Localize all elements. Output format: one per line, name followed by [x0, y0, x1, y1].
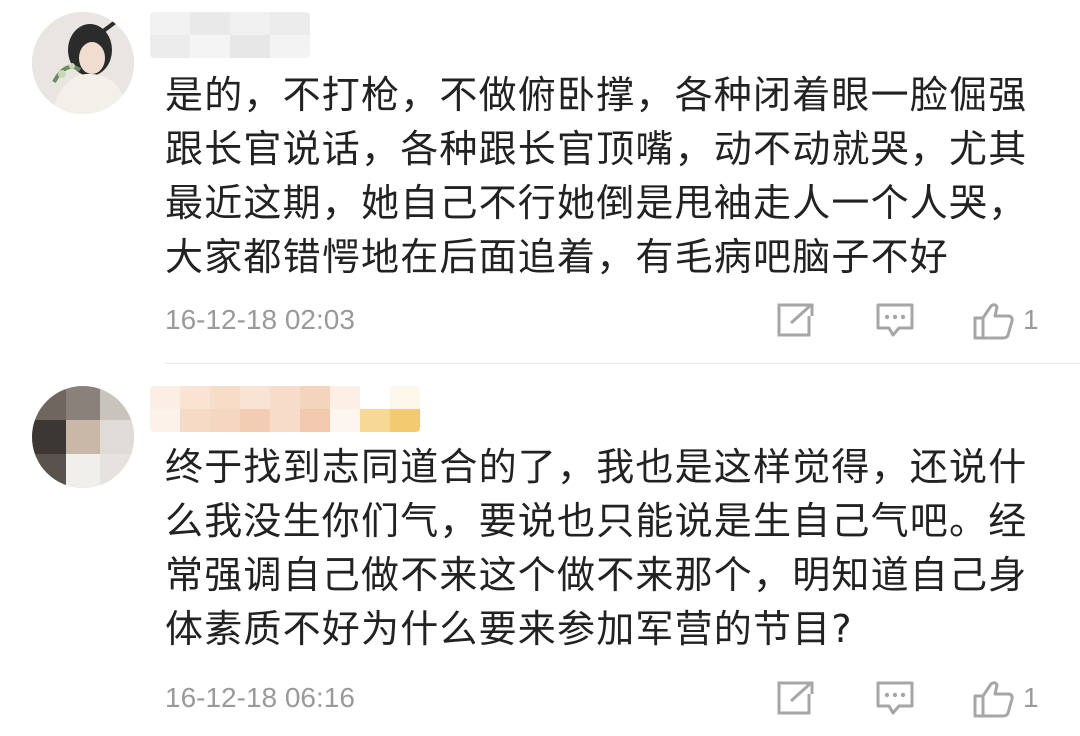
username-blur-mosaic: [150, 386, 420, 432]
comment-text: 终于找到志同道合的了，我也是这样觉得，还说什么我没生你们气，要说也只能说是生自己…: [165, 445, 1028, 651]
comment-item-1: 是的，不打枪，不做俯卧撑，各种闭着眼一脸倔强跟长官说话，各种跟长官顶嘴，动不动就…: [0, 0, 1080, 364]
avatar-image: [32, 12, 134, 114]
avatar[interactable]: [32, 12, 134, 114]
like-count: 1: [1023, 304, 1039, 335]
reply-icon: [876, 681, 914, 715]
like-count: 1: [1023, 682, 1039, 713]
avatar[interactable]: [32, 386, 134, 488]
reply-button[interactable]: [875, 680, 915, 716]
avatar-image: [32, 386, 134, 488]
share-icon: [777, 303, 814, 337]
like-button[interactable]: [973, 680, 1053, 718]
comment-timestamp: 16-12-18 02:03: [165, 304, 355, 335]
comment-meta: 16-12-18 06:16 1: [165, 678, 1080, 718]
username-blurred[interactable]: [150, 386, 420, 432]
reply-icon: [876, 303, 914, 337]
reply-button[interactable]: [875, 302, 915, 338]
comment-text: 是的，不打枪，不做俯卧撑，各种闭着眼一脸倔强跟长官说话，各种跟长官顶嘴，动不动就…: [165, 73, 1028, 279]
comment-timestamp: 16-12-18 06:16: [165, 682, 355, 713]
share-button[interactable]: [775, 302, 815, 338]
share-icon: [777, 681, 814, 715]
like-button[interactable]: [973, 302, 1053, 340]
comment-item-2: 终于找到志同道合的了，我也是这样觉得，还说什么我没生你们气，要说也只能说是生自己…: [0, 364, 1080, 736]
username-blurred[interactable]: [150, 12, 310, 58]
share-button[interactable]: [775, 680, 815, 716]
thumb-up-icon: [973, 303, 1014, 340]
thumb-up-icon: [973, 681, 1014, 718]
comment-meta: 16-12-18 02:03 1: [165, 300, 1080, 340]
username-blur-mosaic: [150, 12, 310, 58]
